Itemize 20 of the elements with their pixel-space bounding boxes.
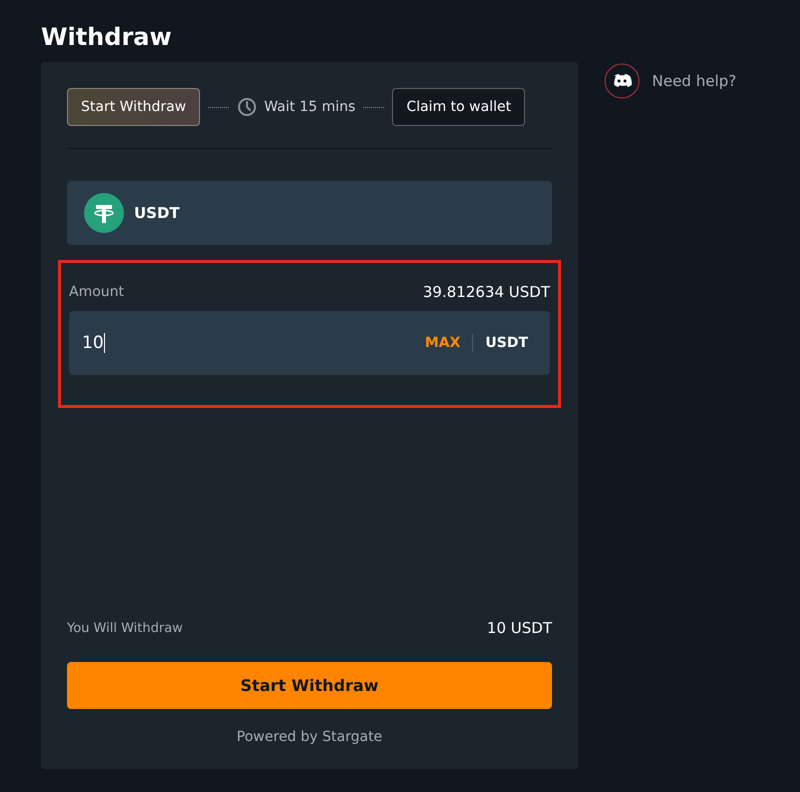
clock-icon [237, 97, 258, 117]
summary-label: You Will Withdraw [67, 620, 183, 636]
amount-label: Amount [69, 284, 124, 300]
balance-value: 39.812634 USDT [422, 283, 550, 301]
step-button[interactable]: Claim to wallet [392, 88, 526, 126]
max-button[interactable]: MAX [424, 335, 460, 351]
step-button[interactable]: Start Withdraw [67, 88, 200, 126]
token-selector[interactable]: USDT [67, 181, 552, 245]
help-link[interactable]: Need help? [652, 63, 736, 99]
dotted-connector [208, 106, 230, 108]
summary-value: 10 USDT [486, 619, 552, 637]
unit-label: USDT [485, 335, 528, 351]
tether-icon [84, 193, 124, 233]
page-title: Withdraw [41, 22, 173, 52]
powered-by-text: Powered by Stargate [236, 729, 384, 745]
chat-bubble-icon[interactable] [604, 63, 640, 99]
start-withdraw-button[interactable]: Start Withdraw [67, 662, 552, 709]
amount-input[interactable]: 10 MAX USDT [69, 311, 550, 375]
wait-label: Wait 15 mins [264, 99, 356, 115]
dotted-connector [363, 106, 384, 108]
